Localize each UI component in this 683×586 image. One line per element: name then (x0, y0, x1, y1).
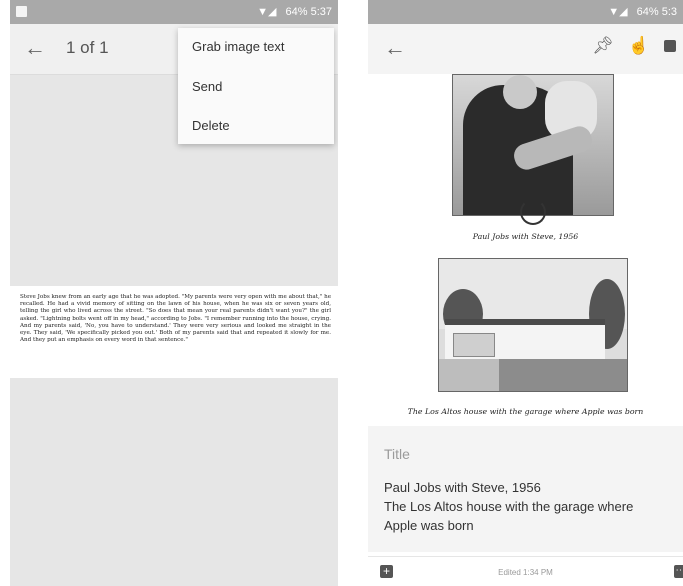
note-bottom-bar: + Edited 1:34 PM ⋯ (368, 556, 683, 586)
reminder-icon[interactable]: ☝ (628, 36, 649, 56)
menu-item-delete[interactable]: Delete (192, 118, 230, 133)
loading-spinner-icon (520, 199, 546, 225)
photo-caption-2: The Los Altos house with the garage wher… (407, 407, 644, 416)
edited-timestamp: Edited 1:34 PM (498, 568, 553, 577)
back-arrow-icon[interactable]: ← (24, 35, 46, 61)
battery-time: 64% 5:3 (636, 6, 677, 18)
page-counter: 1 of 1 (66, 38, 109, 57)
left-screen: ▼◢ 64% 5:37 ← 1 of 1 Grab image text Sen… (10, 0, 338, 586)
back-arrow-icon[interactable]: ← (384, 35, 406, 61)
status-right: ▼◢ 64% 5:3 (608, 5, 677, 18)
overflow-menu: Grab image text Send Delete (178, 28, 334, 144)
note-editor: Title Paul Jobs with Steve, 1956 The Los… (368, 426, 683, 552)
status-bar: ▼◢ 64% 5:3 (368, 0, 683, 24)
menu-item-grab-image-text[interactable]: Grab image text (192, 39, 285, 54)
pin-icon[interactable]: 📌︎ (592, 36, 614, 56)
wifi-signal-icon: ▼◢ (608, 6, 628, 18)
right-screen: ▼◢ 64% 5:3 ← 📌︎ ☝ Paul Jobs with Steve, … (368, 0, 683, 586)
more-options-icon[interactable]: ⋯ (674, 565, 683, 578)
notification-icon (16, 6, 27, 17)
photo-caption-1: Paul Jobs with Steve, 1956 (472, 232, 579, 241)
photo-paul-and-steve (452, 74, 614, 216)
status-bar: ▼◢ 64% 5:37 (10, 0, 338, 24)
photo-los-altos-house (438, 258, 628, 392)
note-app-bar: ← 📌︎ ☝ (368, 24, 683, 74)
status-right: ▼◢ 64% 5:37 (257, 5, 332, 18)
wifi-signal-icon: ▼◢ (257, 6, 277, 18)
note-body-text[interactable]: Paul Jobs with Steve, 1956 The Los Altos… (384, 478, 664, 535)
scanned-document-text: Steve Jobs knew from an early age that h… (10, 286, 338, 378)
note-title-input[interactable]: Title (384, 446, 410, 462)
archive-icon[interactable] (664, 40, 676, 52)
menu-item-send[interactable]: Send (192, 79, 222, 94)
battery-time: 64% 5:37 (285, 6, 332, 18)
